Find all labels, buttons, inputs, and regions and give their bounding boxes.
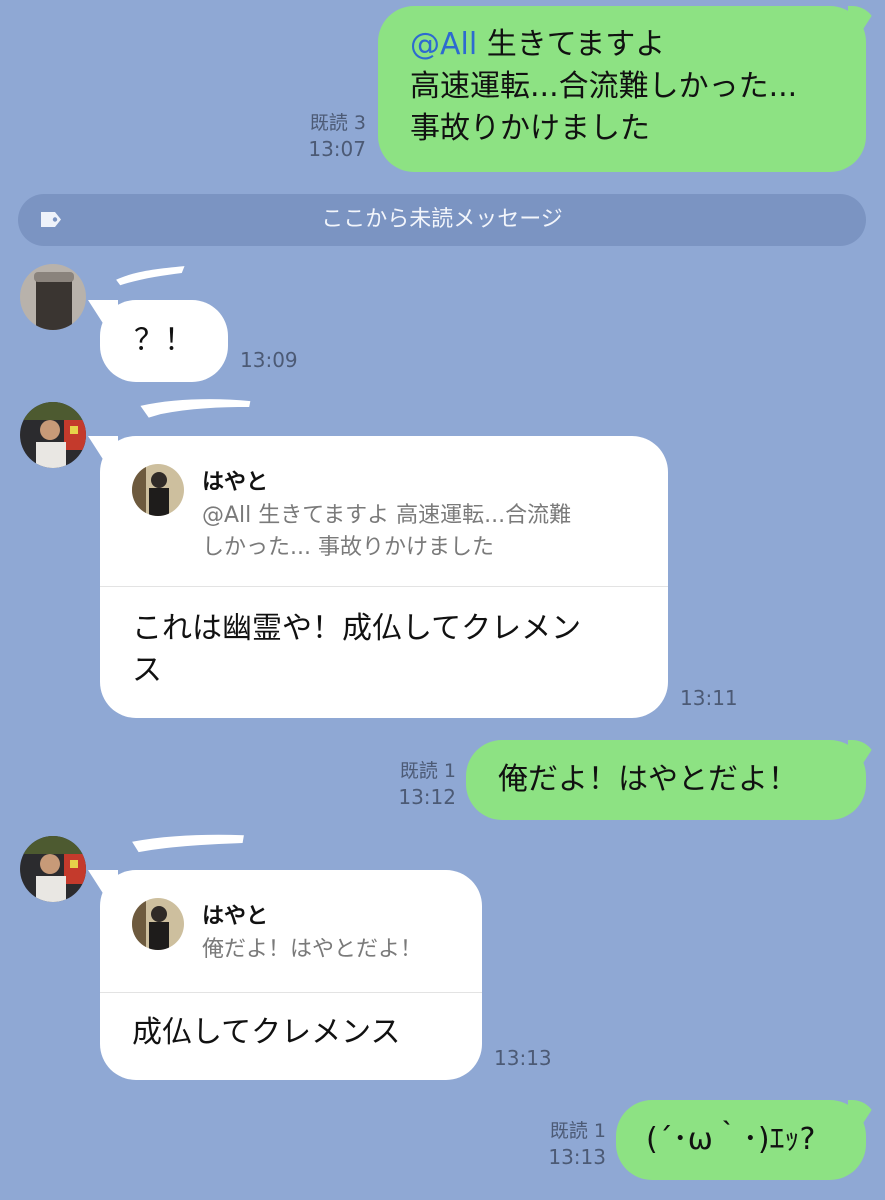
divider [100,992,482,993]
message-bubble-mine[interactable]: 俺だよ！はやとだよ！ [466,740,866,820]
avatar[interactable] [20,402,86,468]
name-redaction-scribble [116,266,185,286]
reply-author-name: はやと [202,470,269,495]
name-redaction-scribble [132,834,244,853]
unread-divider-label: ここから未読メッセージ [321,207,563,232]
reply-author-name: はやと [202,904,269,929]
read-status: 既読 1 [399,760,456,782]
message-time: 13:13 [494,1046,552,1070]
reply-avatar [132,464,184,516]
avatar[interactable] [20,836,86,902]
chat-area: 既読 3 13:07 @All 生きてますよ 高速運転...合流難しかった...… [0,0,885,1200]
message-text: (´･ω｀･)ｴｯ? [646,1122,816,1157]
message-time: 13:12 [398,785,456,809]
reply-message-bubble[interactable]: はやと @All 生きてますよ 高速運転...合流難 しかった... 事故りかけ… [100,436,668,718]
message-text: これは幽霊や！成仏してクレメン ス [132,611,582,688]
message-text: 俺だよ！はやとだよ！ [498,762,798,797]
read-status: 既読 1 [549,1120,606,1142]
reply-message-bubble[interactable]: はやと 俺だよ！はやとだよ！ 成仏してクレメンス [100,870,482,1080]
mention-all[interactable]: @All [410,27,477,62]
read-receipt: 既読 1 13:13 [526,1118,606,1170]
message-time: 13:09 [240,348,298,372]
reply-quoted-text: @All 生きてますよ 高速運転...合流難 しかった... 事故りかけました [202,503,572,560]
read-receipt: 既読 1 13:12 [376,758,456,810]
message-text: @All 生きてますよ 高速運転...合流難しかった... 事故りかけました [410,27,798,146]
message-bubble-other[interactable]: ？！ [100,300,228,382]
message-time: 13:07 [308,137,366,161]
reply-quoted-text: 俺だよ！はやとだよ！ [202,937,423,962]
avatar[interactable] [20,264,86,330]
read-status: 既読 3 [309,112,366,134]
unread-divider: ここから未読メッセージ [18,194,866,246]
read-receipt: 既読 3 13:07 [286,110,366,162]
message-text: 成仏してクレメンス [132,1015,401,1050]
divider [100,586,668,587]
message-text: ？！ [134,323,194,358]
message-bubble-mine[interactable]: (´･ω｀･)ｴｯ? [616,1100,866,1180]
tag-icon [41,212,61,227]
name-redaction-scribble [140,399,251,418]
message-time: 13:11 [680,686,738,710]
message-time: 13:13 [548,1145,606,1169]
message-bubble-mine[interactable]: @All 生きてますよ 高速運転...合流難しかった... 事故りかけました [378,6,866,172]
reply-avatar [132,898,184,950]
